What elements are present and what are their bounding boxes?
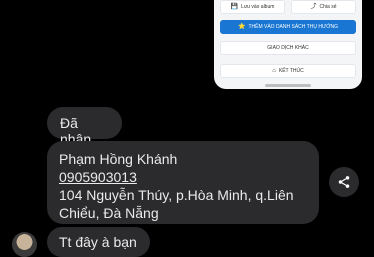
- finish-label: KẾT THÚC: [278, 68, 304, 74]
- share-image-label: Chia sẻ: [319, 4, 337, 10]
- shared-image-top-actions: 💾 Lưu vào album ⤴ Chia sẻ: [214, 0, 362, 14]
- message-bubble-address[interactable]: Phạm Hồng Khánh 0905903013 104 Nguyễn Th…: [47, 141, 319, 224]
- share-icon: [338, 176, 350, 188]
- finish-button[interactable]: ⌂ KẾT THÚC: [220, 64, 356, 78]
- phone-link[interactable]: 0905903013: [59, 168, 307, 186]
- message-bubble-question[interactable]: Tt đây à bạn: [47, 227, 150, 257]
- save-album-label: Lưu vào album: [241, 4, 275, 10]
- shared-image-row-add: ⭐ THÊM VÀO DANH SÁCH THỤ HƯỞNG: [214, 20, 362, 34]
- message-text: Tt đây à bạn: [59, 234, 137, 250]
- address-line-1: 104 Nguyễn Thúy, p.Hòa Minh, q.Liên: [59, 187, 294, 203]
- shared-image-row-finish: ⌂ KẾT THÚC: [214, 64, 362, 78]
- shared-image-row-other: GIAO DỊCH KHÁC: [214, 41, 362, 55]
- message-bubble-received[interactable]: Đã nhận: [47, 107, 122, 147]
- add-beneficiary-label: THÊM VÀO DANH SÁCH THỤ HƯỞNG: [248, 24, 339, 30]
- star-icon: ⭐: [237, 24, 246, 30]
- save-album-button[interactable]: 💾 Lưu vào album: [220, 0, 285, 14]
- share-icon: ⤴: [310, 4, 317, 10]
- share-button[interactable]: [329, 167, 359, 197]
- home-indicator: [265, 84, 311, 87]
- home-icon: ⌂: [272, 68, 276, 74]
- other-transaction-label: GIAO DỊCH KHÁC: [267, 45, 309, 51]
- share-image-button[interactable]: ⤴ Chia sẻ: [291, 0, 356, 14]
- avatar[interactable]: [12, 232, 37, 257]
- save-icon: 💾: [230, 4, 239, 10]
- add-beneficiary-button[interactable]: ⭐ THÊM VÀO DANH SÁCH THỤ HƯỞNG: [220, 20, 356, 34]
- recipient-name: Phạm Hồng Khánh: [59, 151, 178, 167]
- shared-image-card[interactable]: 💾 Lưu vào album ⤴ Chia sẻ ⭐ THÊM VÀO DAN…: [214, 0, 362, 89]
- other-transaction-button[interactable]: GIAO DỊCH KHÁC: [220, 41, 356, 55]
- address-line-2: Chiểu, Đà Nẵng: [59, 205, 159, 221]
